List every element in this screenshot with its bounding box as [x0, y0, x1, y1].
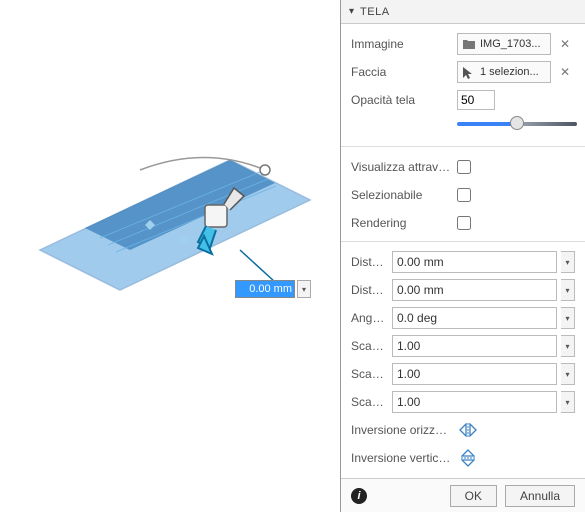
distance-x-label: Distanza X: [351, 255, 386, 269]
opacity-label: Opacità tela: [351, 93, 451, 107]
scale-x-spinner[interactable]: [561, 335, 575, 357]
distance-y-spinner[interactable]: [561, 279, 575, 301]
collapse-icon: ▾: [349, 6, 354, 17]
dimension-input-popup: [235, 280, 311, 298]
angle-z-label: Angolo Z: [351, 311, 386, 325]
image-filename: IMG_1703...: [480, 38, 541, 50]
selectable-checkbox[interactable]: [457, 188, 471, 202]
selectable-label: Selezionabile: [351, 188, 451, 202]
flip-vertical-button[interactable]: [457, 448, 479, 468]
clear-face-button[interactable]: ✕: [555, 62, 575, 82]
viewthrough-label: Visualizza attravers...: [351, 160, 451, 174]
flipv-label: Inversione verticale: [351, 451, 451, 465]
dimension-dropdown[interactable]: [297, 280, 311, 298]
flip-horizontal-button[interactable]: [457, 420, 479, 440]
scale-xy-input[interactable]: [392, 391, 557, 413]
rendering-checkbox[interactable]: [457, 216, 471, 230]
cursor-icon: [462, 66, 476, 78]
distance-y-input[interactable]: [392, 279, 557, 301]
face-picker[interactable]: 1 selezion...: [457, 61, 551, 83]
rendering-label: Rendering: [351, 216, 451, 230]
scale-x-label: Scala X: [351, 339, 386, 353]
scale-x-input[interactable]: [392, 335, 557, 357]
scale-xy-label: Scala piano XY: [351, 395, 386, 409]
scale-y-spinner[interactable]: [561, 363, 575, 385]
angle-z-spinner[interactable]: [561, 307, 575, 329]
distance-y-label: Distanza Y: [351, 283, 386, 297]
panel-header[interactable]: ▾ TELA: [341, 0, 585, 24]
image-label: Immagine: [351, 37, 451, 51]
viewport-3d[interactable]: [0, 0, 340, 512]
face-label: Faccia: [351, 65, 451, 79]
distance-x-spinner[interactable]: [561, 251, 575, 273]
info-icon[interactable]: i: [351, 488, 367, 504]
scale-y-label: Scala Y: [351, 367, 386, 381]
slider-thumb[interactable]: [510, 116, 524, 130]
image-picker[interactable]: IMG_1703...: [457, 33, 551, 55]
dimension-input[interactable]: [235, 280, 295, 298]
scale-xy-spinner[interactable]: [561, 391, 575, 413]
properties-panel: ▾ TELA Immagine IMG_1703... ✕ Faccia: [340, 0, 585, 512]
scale-y-input[interactable]: [392, 363, 557, 385]
fliph-label: Inversione orizzont...: [351, 423, 451, 437]
folder-icon: [462, 38, 476, 50]
canvas-object[interactable]: [30, 130, 320, 300]
viewthrough-checkbox[interactable]: [457, 160, 471, 174]
ok-button[interactable]: OK: [450, 485, 497, 507]
distance-x-input[interactable]: [392, 251, 557, 273]
face-selection-text: 1 selezion...: [480, 66, 539, 78]
opacity-input[interactable]: [457, 90, 495, 110]
panel-title: TELA: [360, 6, 390, 18]
cancel-button[interactable]: Annulla: [505, 485, 575, 507]
clear-image-button[interactable]: ✕: [555, 34, 575, 54]
opacity-slider[interactable]: [457, 116, 577, 132]
angle-z-input[interactable]: [392, 307, 557, 329]
